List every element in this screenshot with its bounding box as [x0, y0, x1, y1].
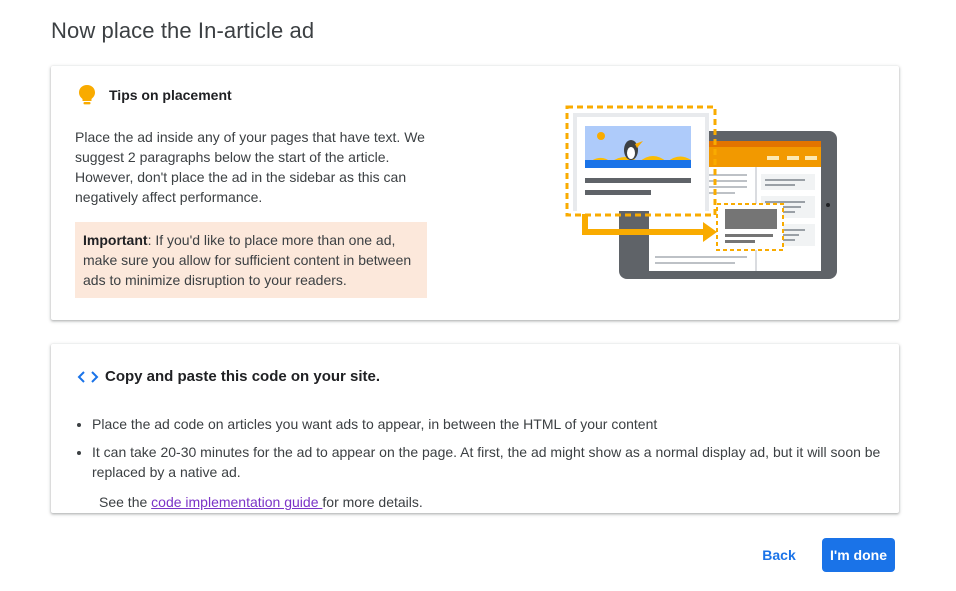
code-header: Copy and paste this code on your site. [77, 368, 380, 385]
placement-illustration [565, 105, 837, 279]
see-more-suffix: for more details. [322, 494, 423, 510]
code-brackets-icon [77, 370, 99, 383]
code-instructions-list: Place the ad code on articles you want a… [75, 414, 882, 490]
list-item: Place the ad code on articles you want a… [92, 414, 882, 434]
tips-body-text: Place the ad inside any of your pages th… [75, 129, 425, 205]
tips-header: Tips on placement [77, 84, 232, 106]
done-button[interactable]: I'm done [822, 538, 895, 572]
code-title: Copy and paste this code on your site. [105, 368, 381, 385]
see-more-prefix: See the [99, 494, 152, 510]
tips-card: Tips on placement Place the ad inside an… [51, 66, 899, 320]
important-label: Important [83, 232, 148, 248]
list-item: It can take 20-30 minutes for the ad to … [92, 442, 882, 482]
see-more-text: See the code implementation guide for mo… [99, 492, 423, 512]
page-title: Now place the In-article ad [51, 18, 315, 43]
important-note: Important: If you'd like to place more t… [75, 222, 427, 298]
lightbulb-icon [79, 85, 95, 105]
code-implementation-guide-link[interactable]: code implementation guide [151, 494, 322, 510]
code-card: Copy and paste this code on your site. P… [51, 344, 899, 513]
tips-title: Tips on placement [109, 87, 232, 103]
back-button[interactable]: Back [752, 538, 806, 572]
